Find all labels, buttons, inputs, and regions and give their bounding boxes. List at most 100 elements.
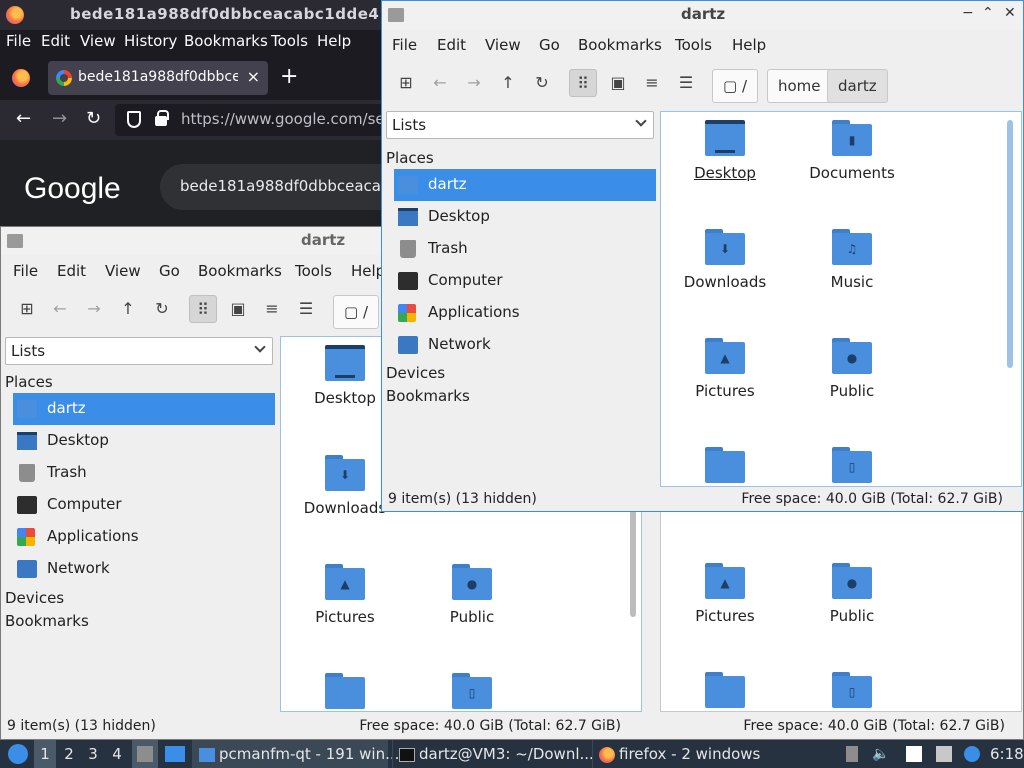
network-tray-icon[interactable] xyxy=(936,746,952,762)
fm-back-menu-tools[interactable]: Tools xyxy=(295,262,332,280)
sidebar-item-dartz[interactable]: dartz xyxy=(13,393,275,425)
sidebar-item-applications[interactable]: Applications xyxy=(13,521,275,553)
workspace-3[interactable]: 3 xyxy=(82,740,104,768)
vertical-scrollbar[interactable] xyxy=(1007,120,1013,368)
ff-menu-tools[interactable]: Tools xyxy=(271,32,308,50)
reload-icon[interactable]: ↻ xyxy=(86,108,101,129)
minimize-icon[interactable]: − xyxy=(962,5,974,21)
file-item-downloads[interactable]: ⬇ Downloads xyxy=(661,221,789,326)
path-dartz-button[interactable]: dartz xyxy=(827,69,888,103)
menu-help[interactable]: Help xyxy=(732,36,766,54)
ff-menu-help[interactable]: Help xyxy=(317,32,351,50)
file-item-documents[interactable]: ▮ Documents xyxy=(788,112,916,217)
new-tab-icon[interactable]: ⊞ xyxy=(13,295,41,323)
show-desktop-button[interactable] xyxy=(132,740,158,768)
vertical-scrollbar[interactable] xyxy=(630,507,636,617)
reload-icon[interactable]: ↻ xyxy=(148,295,176,323)
file-item-pictures[interactable]: ▲ Pictures xyxy=(661,330,789,435)
sidebar-item-trash[interactable]: Trash xyxy=(394,233,656,265)
sidebar-item-computer[interactable]: Computer xyxy=(394,265,656,297)
fm-front-titlebar[interactable]: dartz − ⌃ ✕ xyxy=(382,1,1023,29)
devices-heading[interactable]: Devices xyxy=(5,589,64,607)
file-item-desktop[interactable]: Desktop xyxy=(661,112,789,217)
file-item-public[interactable]: ● Public xyxy=(788,330,916,435)
ff-menu-view[interactable]: View xyxy=(80,32,116,50)
sidebar-item-network[interactable]: Network xyxy=(394,329,656,361)
task-pcmanfm[interactable]: pcmanfm-qt - 191 win... xyxy=(192,740,399,768)
ff-menu-history[interactable]: History xyxy=(124,32,177,50)
lock-icon[interactable] xyxy=(155,110,169,126)
forward-arrow-icon[interactable]: → xyxy=(52,108,67,129)
fm-back-menu-bookmarks[interactable]: Bookmarks xyxy=(198,262,282,280)
detailed-list-view-icon[interactable]: ☰ xyxy=(672,69,700,97)
fm-back-menu-edit[interactable]: Edit xyxy=(57,262,86,280)
icon-view-icon[interactable]: ⠿ xyxy=(569,69,597,97)
new-tab-button[interactable]: + xyxy=(280,64,298,89)
path-home-button[interactable]: home xyxy=(767,69,832,103)
reload-icon[interactable]: ↻ xyxy=(528,69,556,97)
devices-heading[interactable]: Devices xyxy=(386,364,445,382)
volume-icon[interactable]: 🔈 xyxy=(872,746,889,762)
compact-view-icon[interactable]: ≡ xyxy=(258,295,286,323)
path-root-button[interactable]: ▢ / xyxy=(712,69,759,103)
workspace-4[interactable]: 4 xyxy=(106,740,128,768)
forward-arrow-icon[interactable]: → xyxy=(80,295,108,323)
sidebar-item-applications[interactable]: Applications xyxy=(394,297,656,329)
menu-go[interactable]: Go xyxy=(539,36,560,54)
fm-back-side-pane-mode[interactable]: Lists xyxy=(5,337,273,365)
task-terminal[interactable]: dartz@VM3: ~/Downl... xyxy=(392,740,594,768)
path-root-button[interactable]: ▢ / xyxy=(333,295,380,329)
places-heading[interactable]: Places xyxy=(386,149,434,167)
tray-update-icon[interactable] xyxy=(846,746,858,762)
ff-menu-bookmarks[interactable]: Bookmarks xyxy=(184,32,268,50)
maximize-icon[interactable]: ⌃ xyxy=(982,5,994,21)
tab-google-search[interactable]: bede181a988df0dbbceac × xyxy=(48,61,268,95)
fm-back-menu-view[interactable]: View xyxy=(105,262,141,280)
fm-back-menu-go[interactable]: Go xyxy=(159,262,180,280)
task-firefox[interactable]: firefox - 2 windows xyxy=(592,740,762,768)
forward-arrow-icon[interactable]: → xyxy=(460,69,488,97)
fm-front-file-view[interactable]: Desktop ▮ Documents ⬇ Downloads ♫ Music … xyxy=(660,111,1022,487)
back-arrow-icon[interactable]: ← xyxy=(16,108,31,129)
clipboard-icon[interactable] xyxy=(906,746,922,762)
file-item[interactable]: ● Public xyxy=(408,556,536,661)
firefox-view-icon[interactable] xyxy=(12,69,30,87)
menu-bookmarks[interactable]: Bookmarks xyxy=(578,36,662,54)
thumbnail-view-icon[interactable]: ▣ xyxy=(604,69,632,97)
bookmarks-heading[interactable]: Bookmarks xyxy=(386,387,470,405)
google-logo[interactable]: Google xyxy=(24,172,121,206)
file-item[interactable]: ▲ Pictures xyxy=(281,556,409,661)
back-arrow-icon[interactable]: ← xyxy=(46,295,74,323)
places-heading[interactable]: Places xyxy=(5,373,53,391)
sidebar-item-computer[interactable]: Computer xyxy=(13,489,275,521)
sidebar-item-network[interactable]: Network xyxy=(13,553,275,585)
close-icon[interactable]: ✕ xyxy=(1004,5,1016,21)
workspace-1[interactable]: 1 xyxy=(34,740,56,768)
file-item[interactable]: ▲ Pictures xyxy=(661,555,789,660)
google-search-text[interactable]: bede181a988df0dbbceacab xyxy=(180,177,391,195)
ff-menu-file[interactable]: File xyxy=(6,32,31,50)
up-arrow-icon[interactable]: ↑ xyxy=(114,295,142,323)
new-tab-icon[interactable]: ⊞ xyxy=(392,69,420,97)
quicklaunch-button[interactable] xyxy=(162,740,188,768)
thumbnail-view-icon[interactable]: ▣ xyxy=(224,295,252,323)
sidebar-item-trash[interactable]: Trash xyxy=(13,457,275,489)
tab-close-icon[interactable]: × xyxy=(247,67,260,86)
side-pane-mode[interactable]: Lists xyxy=(386,111,654,139)
url-text[interactable]: https://www.google.com/sea xyxy=(181,110,394,128)
notification-icon[interactable] xyxy=(964,746,980,762)
menu-file[interactable]: File xyxy=(392,36,417,54)
tracking-shield-icon[interactable] xyxy=(127,111,141,128)
sidebar-item-desktop[interactable]: Desktop xyxy=(13,425,275,457)
menu-tools[interactable]: Tools xyxy=(675,36,712,54)
up-arrow-icon[interactable]: ↑ xyxy=(494,69,522,97)
detailed-list-view-icon[interactable]: ☰ xyxy=(292,295,320,323)
back-arrow-icon[interactable]: ← xyxy=(426,69,454,97)
start-menu-button[interactable] xyxy=(4,740,28,768)
menu-view[interactable]: View xyxy=(485,36,521,54)
bookmarks-heading[interactable]: Bookmarks xyxy=(5,612,89,630)
icon-view-icon[interactable]: ⠿ xyxy=(189,295,217,323)
sidebar-item-dartz[interactable]: dartz xyxy=(394,169,656,201)
workspace-2[interactable]: 2 xyxy=(58,740,80,768)
fm-right-file-view[interactable]: ▲ Pictures ● Public ▯ xyxy=(660,511,1022,712)
